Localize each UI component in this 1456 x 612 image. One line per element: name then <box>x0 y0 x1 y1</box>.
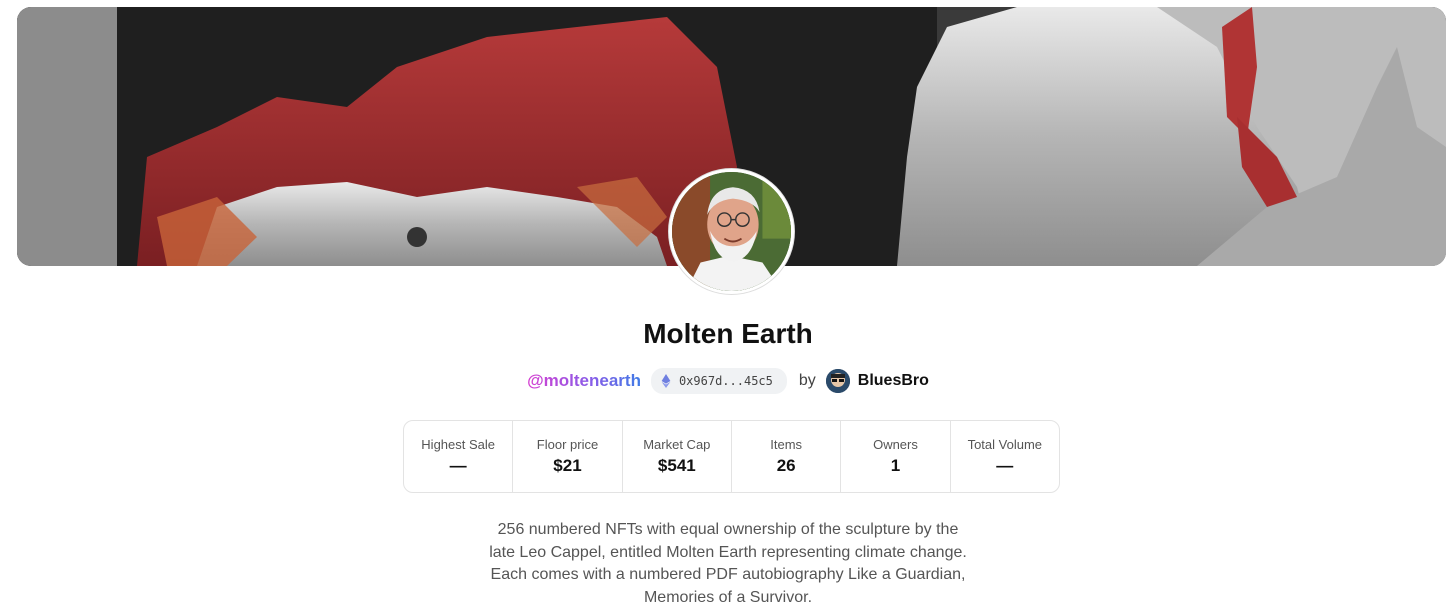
stat-label: Owners <box>873 437 918 452</box>
stat-owners: Owners 1 <box>841 421 951 492</box>
stat-value: 26 <box>776 456 796 475</box>
contract-address-pill[interactable]: 0x967d...45c5 <box>650 368 787 394</box>
stat-label: Highest Sale <box>421 437 496 452</box>
collection-page: Molten Earth @moltenearth 0x967d...45c5 … <box>0 0 1456 612</box>
stat-floor-price: Floor price $21 <box>513 421 623 492</box>
by-label: by <box>798 372 816 389</box>
collection-description: 256 numbered NFTs with equal ownership o… <box>489 521 967 606</box>
stat-market-cap: Market Cap $541 <box>623 421 732 492</box>
stat-label: Total Volume <box>967 437 1043 452</box>
stat-value: — <box>449 456 467 475</box>
collection-meta-row: @moltenearth 0x967d...45c5 by BluesBro <box>0 368 1456 394</box>
stat-value: — <box>996 456 1014 475</box>
collection-handle-link[interactable]: @moltenearth <box>527 371 641 391</box>
stat-value: 1 <box>890 456 901 475</box>
contract-address: 0x967d...45c5 <box>678 374 773 388</box>
creator-avatar <box>825 369 850 393</box>
stat-label: Market Cap <box>643 437 711 452</box>
stat-label: Floor price <box>536 437 599 452</box>
stat-value: $541 <box>657 456 696 475</box>
stat-total-volume: Total Volume — <box>951 421 1059 492</box>
stat-label: Items <box>770 437 803 452</box>
creator-name: BluesBro <box>857 372 929 389</box>
stat-value: $21 <box>553 456 582 475</box>
stat-items: Items 26 <box>732 421 842 492</box>
creator-link[interactable]: BluesBro <box>825 369 929 393</box>
collection-stats: Highest Sale — Floor price $21 Market Ca… <box>403 420 1060 493</box>
avatar-portrait <box>672 172 791 291</box>
collection-title: Molten Earth <box>643 318 813 349</box>
collection-avatar <box>669 169 794 294</box>
stat-highest-sale: Highest Sale — <box>404 421 514 492</box>
ethereum-icon <box>661 374 671 388</box>
